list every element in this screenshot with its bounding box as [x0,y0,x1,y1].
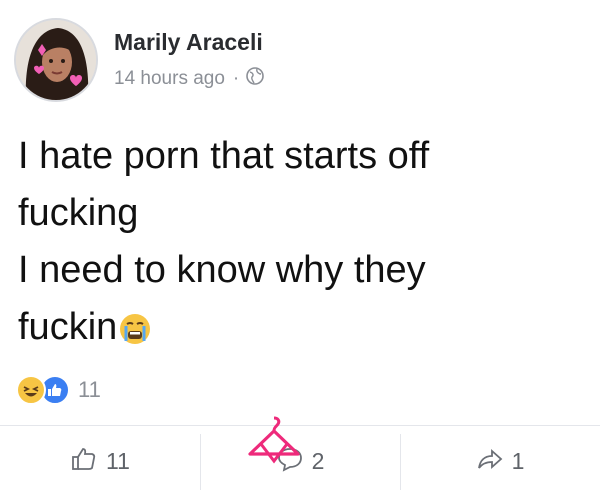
globe-icon [245,66,265,92]
share-button[interactable]: 1 [400,426,600,497]
post-line: fuckin [18,306,118,348]
post-line: I need to know why they [18,249,426,291]
comment-count: 2 [311,448,325,474]
post-line: I hate porn that starts off [18,135,430,177]
share-icon [476,445,504,479]
meta-separator: · [232,67,240,89]
post-line: fucking [18,192,139,234]
reaction-count: 11 [78,377,101,402]
action-separator [400,434,401,490]
hanger-logo-icon [244,414,304,475]
post-body: I hate porn that starts off fucking I ne… [18,128,578,362]
crying-face-emoji [119,305,151,362]
action-separator [200,434,201,490]
thumbs-up-icon [70,445,98,479]
avatar-photo [16,20,96,100]
like-button[interactable]: 11 [0,426,200,497]
like-count: 11 [106,448,130,474]
avatar[interactable] [14,18,98,102]
author-name[interactable]: Marily Araceli [114,29,265,56]
post-header: Marily Araceli 14 hours ago · [14,18,265,102]
haha-icon [16,375,46,405]
reaction-summary[interactable]: 11 [16,375,101,405]
share-count: 1 [511,448,525,474]
post-timestamp[interactable]: 14 hours ago [114,68,225,90]
